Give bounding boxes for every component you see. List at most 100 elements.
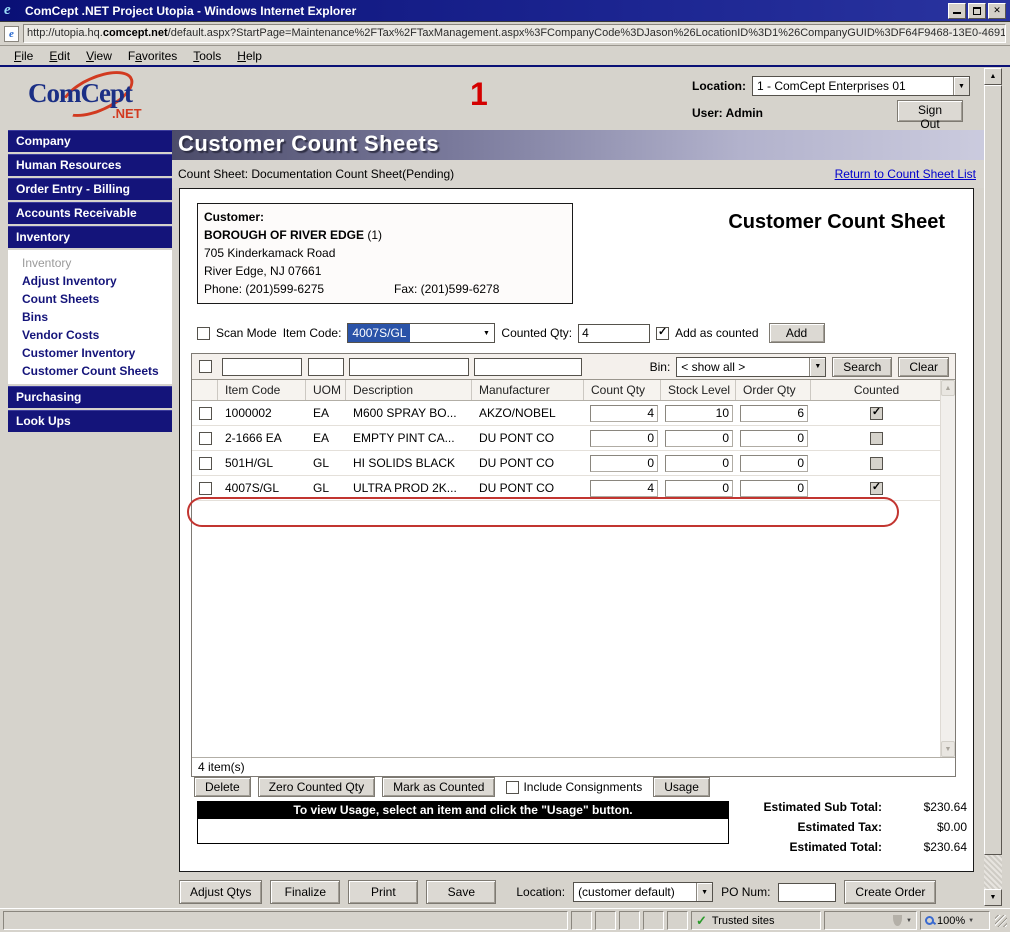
adjust-qtys-button[interactable]: Adjust Qtys xyxy=(179,880,262,904)
count-qty-input[interactable] xyxy=(590,430,658,447)
filter-manufacturer-input[interactable] xyxy=(474,358,582,376)
protected-mode-panel[interactable]: ▼ xyxy=(824,911,917,930)
create-order-button[interactable]: Create Order xyxy=(844,880,936,904)
po-num-input[interactable] xyxy=(778,883,836,902)
sidebar-subitem-customer-count-sheets[interactable]: Customer Count Sheets xyxy=(22,362,172,380)
save-button[interactable]: Save xyxy=(426,880,496,904)
sidebar-item-look-ups[interactable]: Look Ups xyxy=(8,410,172,432)
order-qty-input[interactable] xyxy=(740,455,808,472)
stock-level-input[interactable] xyxy=(665,455,733,472)
bin-select[interactable]: < show all > ▼ xyxy=(676,357,826,377)
clear-button[interactable]: Clear xyxy=(898,357,949,377)
sidebar-item-company[interactable]: Company xyxy=(8,130,172,152)
chevron-down-icon[interactable]: ▼ xyxy=(478,324,494,342)
logo-net-text: .NET xyxy=(112,106,142,121)
sidebar-item-accounts-receivable[interactable]: Accounts Receivable xyxy=(8,202,172,224)
resize-grip[interactable] xyxy=(995,915,1007,927)
select-all-checkbox[interactable] xyxy=(199,360,212,373)
count-qty-input[interactable] xyxy=(590,455,658,472)
scrollbar-thumb[interactable] xyxy=(984,85,1002,855)
menu-favorites[interactable]: Favorites xyxy=(120,47,185,65)
search-button[interactable]: Search xyxy=(832,357,892,377)
row-select-checkbox[interactable] xyxy=(199,432,212,445)
counted-checkbox[interactable] xyxy=(870,482,883,495)
row-select-checkbox[interactable] xyxy=(199,407,212,420)
menu-view[interactable]: View xyxy=(78,47,120,65)
add-button[interactable]: Add xyxy=(769,323,825,343)
print-button[interactable]: Print xyxy=(348,880,418,904)
scroll-up-icon[interactable]: ▲ xyxy=(941,380,955,396)
filter-description-input[interactable] xyxy=(349,358,469,376)
counted-checkbox[interactable] xyxy=(870,457,883,470)
menu-edit[interactable]: Edit xyxy=(41,47,78,65)
minimize-button[interactable] xyxy=(948,3,966,19)
include-consignments-checkbox[interactable] xyxy=(506,781,519,794)
stock-level-input[interactable] xyxy=(665,480,733,497)
status-bar: ✓ Trusted sites ▼ 100% ▼ xyxy=(0,908,1010,932)
customer-name: BOROUGH OF RIVER EDGE xyxy=(204,228,364,242)
filter-uom-input[interactable] xyxy=(308,358,344,376)
return-to-count-sheet-list-link[interactable]: Return to Count Sheet List xyxy=(835,167,976,181)
chevron-down-icon[interactable]: ▼ xyxy=(696,883,712,901)
item-code-label: Item Code: xyxy=(283,326,342,340)
delete-button[interactable]: Delete xyxy=(194,777,251,797)
add-as-counted-checkbox[interactable] xyxy=(656,327,669,340)
close-button[interactable]: ✕ xyxy=(988,3,1006,19)
item-code-combo[interactable]: 4007S/GL ▼ xyxy=(347,323,495,343)
chevron-down-icon[interactable]: ▼ xyxy=(968,918,974,924)
sidebar-subitem-adjust-inventory[interactable]: Adjust Inventory xyxy=(22,272,172,290)
maximize-button[interactable] xyxy=(968,3,986,19)
scroll-up-icon[interactable]: ▲ xyxy=(984,68,1002,85)
stock-level-input[interactable] xyxy=(665,430,733,447)
mark-as-counted-button[interactable]: Mark as Counted xyxy=(382,777,495,797)
scroll-down-icon[interactable]: ▼ xyxy=(941,741,955,757)
zero-counted-qty-button[interactable]: Zero Counted Qty xyxy=(258,777,375,797)
row-select-checkbox[interactable] xyxy=(199,457,212,470)
order-qty-input[interactable] xyxy=(740,480,808,497)
count-qty-input[interactable] xyxy=(590,405,658,422)
counted-qty-input[interactable] xyxy=(578,324,650,343)
stock-level-input[interactable] xyxy=(665,405,733,422)
table-row-highlighted: 4007S/GL GL ULTRA PROD 2K... DU PONT CO xyxy=(192,476,942,501)
url-input[interactable]: http://utopia.hq.comcept.net/default.asp… xyxy=(23,24,1006,43)
sidebar-subitem-customer-inventory[interactable]: Customer Inventory xyxy=(22,344,172,362)
menu-tools[interactable]: Tools xyxy=(185,47,229,65)
sidebar-subitem-bins[interactable]: Bins xyxy=(22,308,172,326)
counted-checkbox[interactable] xyxy=(870,432,883,445)
sign-out-button[interactable]: Sign Out xyxy=(897,100,963,122)
sidebar-subitem-vendor-costs[interactable]: Vendor Costs xyxy=(22,326,172,344)
sidebar-subitem-count-sheets[interactable]: Count Sheets xyxy=(22,290,172,308)
counted-checkbox[interactable] xyxy=(870,407,883,420)
zoom-control[interactable]: 100% ▼ xyxy=(920,911,990,930)
menu-help[interactable]: Help xyxy=(229,47,270,65)
cell-manufacturer: AKZO/NOBEL xyxy=(472,406,584,420)
count-qty-input[interactable] xyxy=(590,480,658,497)
location-select[interactable]: 1 - ComCept Enterprises 01 ▼ xyxy=(752,76,970,96)
sidebar-item-inventory[interactable]: Inventory xyxy=(8,226,172,248)
cell-item-code: 1000002 xyxy=(218,406,306,420)
window-scrollbar[interactable]: ▲ ▼ xyxy=(984,68,1002,906)
sidebar-item-human-resources[interactable]: Human Resources xyxy=(8,154,172,176)
sidebar-item-order-entry-billing[interactable]: Order Entry - Billing xyxy=(8,178,172,200)
finalize-button[interactable]: Finalize xyxy=(270,880,340,904)
chevron-down-icon[interactable]: ▼ xyxy=(953,77,969,95)
chevron-down-icon[interactable]: ▼ xyxy=(906,918,912,924)
grid-scroll-track[interactable] xyxy=(941,396,955,741)
filter-item-code-input[interactable] xyxy=(222,358,302,376)
bottom-location-select[interactable]: (customer default) ▼ xyxy=(573,882,713,902)
order-qty-input[interactable] xyxy=(740,430,808,447)
ie-icon: e xyxy=(4,3,20,19)
col-item-code: Item Code xyxy=(218,380,306,400)
chevron-down-icon[interactable]: ▼ xyxy=(809,358,825,376)
col-count-qty: Count Qty xyxy=(584,380,661,400)
row-select-checkbox[interactable] xyxy=(199,482,212,495)
scan-mode-checkbox[interactable] xyxy=(197,327,210,340)
usage-button[interactable]: Usage xyxy=(653,777,710,797)
scroll-down-icon[interactable]: ▼ xyxy=(984,889,1002,906)
menu-file[interactable]: File xyxy=(6,47,41,65)
scrollbar-track[interactable] xyxy=(984,855,1002,889)
sidebar-item-purchasing[interactable]: Purchasing xyxy=(8,386,172,408)
grid-scrollbar[interactable]: ▲ ▼ xyxy=(940,380,955,757)
order-qty-input[interactable] xyxy=(740,405,808,422)
url-domain: comcept.net xyxy=(103,27,168,39)
